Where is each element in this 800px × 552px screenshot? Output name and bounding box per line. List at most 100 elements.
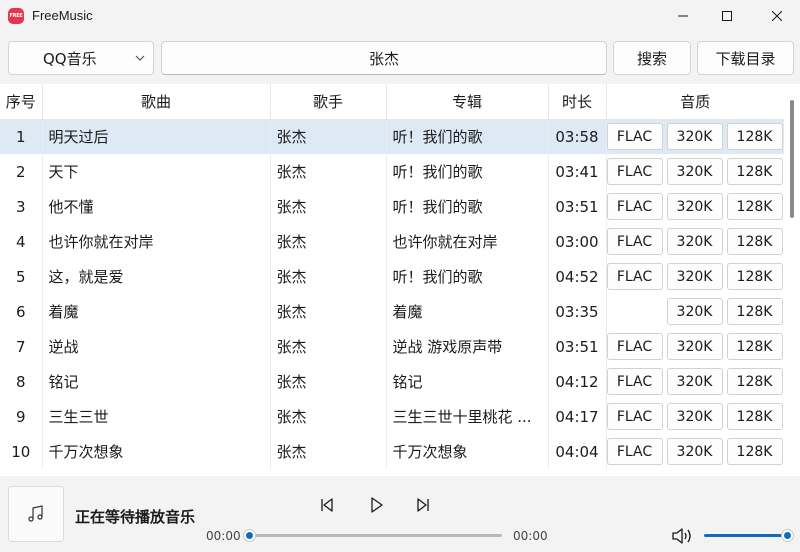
header-quality[interactable]: 音质 — [606, 84, 784, 120]
row-quality: FLAC 320K 128K — [606, 364, 784, 399]
128k-download-button[interactable]: 128K — [726, 263, 783, 290]
volume-slider[interactable] — [704, 534, 788, 537]
128k-download-button[interactable]: 128K — [726, 193, 783, 220]
row-album: 听！我们的歌 — [386, 259, 549, 294]
header-artist[interactable]: 歌手 — [270, 84, 387, 120]
table-row[interactable]: 3 他不懂 张杰 听！我们的歌 03:51 FLAC 320K 128K — [0, 189, 784, 224]
row-quality: FLAC 320K 128K — [606, 154, 784, 189]
320k-download-button[interactable]: 320K — [666, 228, 723, 255]
row-duration: 03:00 — [548, 224, 607, 259]
row-artist: 张杰 — [270, 189, 387, 224]
row-artist: 张杰 — [270, 329, 387, 364]
128k-download-button[interactable]: 128K — [726, 333, 783, 360]
chevron-down-icon — [135, 55, 145, 61]
row-quality: FLAC 320K 128K — [606, 434, 784, 469]
row-index: 10 — [0, 434, 43, 469]
table-row[interactable]: 9 三生三世 张杰 三生三世十里桃花 ... 04:17 FLAC 320K 128K — [0, 399, 784, 434]
previous-icon — [321, 498, 333, 512]
header-index[interactable]: 序号 — [0, 84, 43, 120]
next-button[interactable] — [411, 493, 435, 517]
row-duration: 03:41 — [548, 154, 607, 189]
row-artist: 张杰 — [270, 119, 387, 154]
320k-download-button[interactable]: 320K — [666, 193, 723, 220]
app-logo-icon: FREE — [8, 8, 24, 24]
128k-download-button[interactable]: 128K — [726, 123, 783, 151]
row-album: 也许你就在对岸 — [386, 224, 549, 259]
320k-download-button[interactable]: 320K — [666, 123, 723, 151]
volume-button[interactable] — [671, 526, 693, 546]
320k-download-button[interactable]: 320K — [666, 368, 723, 395]
search-button[interactable]: 搜索 — [613, 41, 691, 75]
progress-slider[interactable] — [250, 534, 502, 537]
row-index: 4 — [0, 224, 43, 259]
music-source-select[interactable]: QQ音乐 — [8, 41, 154, 75]
row-song: 天下 — [42, 154, 271, 189]
download-directory-button[interactable]: 下载目录 — [697, 41, 794, 75]
row-duration: 04:04 — [548, 434, 607, 469]
close-button[interactable] — [754, 0, 800, 32]
table-row[interactable]: 1 明天过后 张杰 听！我们的歌 03:58 FLAC 320K 128K — [0, 119, 784, 154]
128k-download-button[interactable]: 128K — [726, 368, 783, 395]
128k-download-button[interactable]: 128K — [726, 228, 783, 255]
table-row[interactable]: 4 也许你就在对岸 张杰 也许你就在对岸 03:00 FLAC 320K 128K — [0, 224, 784, 259]
table-row[interactable]: 8 铭记 张杰 铭记 04:12 FLAC 320K 128K — [0, 364, 784, 399]
total-time: 00:00 — [513, 529, 548, 543]
row-duration: 03:58 — [548, 119, 607, 154]
flac-download-button[interactable]: FLAC — [606, 403, 663, 430]
table-row[interactable]: 7 逆战 张杰 逆战 游戏原声带 03:51 FLAC 320K 128K — [0, 329, 784, 364]
flac-download-button[interactable]: FLAC — [606, 368, 663, 395]
flac-download-button[interactable]: FLAC — [606, 193, 663, 220]
table-header: 序号 歌曲 歌手 专辑 时长 音质 — [0, 84, 784, 120]
minimize-icon — [678, 15, 688, 17]
search-input[interactable] — [161, 41, 607, 75]
header-duration[interactable]: 时长 — [548, 84, 607, 120]
row-quality: FLAC 320K 128K — [606, 259, 784, 294]
320k-download-button[interactable]: 320K — [666, 263, 723, 290]
table-row[interactable]: 5 这，就是爱 张杰 听！我们的歌 04:52 FLAC 320K 128K — [0, 259, 784, 294]
flac-download-button[interactable]: FLAC — [606, 333, 663, 360]
table-row[interactable]: 2 天下 张杰 听！我们的歌 03:41 FLAC 320K 128K — [0, 154, 784, 189]
320k-download-button[interactable]: 320K — [666, 438, 723, 465]
320k-download-button[interactable]: 320K — [666, 333, 723, 360]
row-song: 他不懂 — [42, 189, 271, 224]
player-bar: 正在等待播放音乐 00:00 00:00 — [0, 476, 800, 552]
row-quality: FLAC 320K 128K — [606, 329, 784, 364]
320k-download-button[interactable]: 320K — [666, 403, 723, 430]
flac-download-button[interactable]: FLAC — [606, 228, 663, 255]
header-album[interactable]: 专辑 — [386, 84, 549, 120]
128k-download-button[interactable]: 128K — [726, 403, 783, 430]
quality-buttons: FLAC 320K 128K — [606, 329, 785, 364]
previous-button[interactable] — [315, 493, 339, 517]
table-row[interactable]: 6 着魔 张杰 着魔 03:35 320K 128K — [0, 294, 784, 329]
row-song: 这，就是爱 — [42, 259, 271, 294]
maximize-button[interactable] — [704, 0, 750, 32]
128k-download-button[interactable]: 128K — [726, 438, 783, 465]
row-duration: 03:51 — [548, 189, 607, 224]
quality-buttons: FLAC 320K 128K — [606, 364, 785, 399]
table-row[interactable]: 10 千万次想象 张杰 千万次想象 04:04 FLAC 320K 128K — [0, 434, 784, 469]
table-scrollbar[interactable] — [790, 100, 794, 218]
title-bar: FREE FreeMusic — [0, 0, 800, 32]
quality-buttons: 320K 128K — [607, 294, 785, 329]
volume-thumb[interactable] — [782, 530, 793, 541]
header-song[interactable]: 歌曲 — [42, 84, 271, 120]
128k-download-button[interactable]: 128K — [726, 158, 783, 185]
128k-download-button[interactable]: 128K — [726, 298, 783, 325]
play-button[interactable] — [364, 493, 388, 517]
row-song: 逆战 — [42, 329, 271, 364]
progress-thumb[interactable] — [244, 530, 255, 541]
quality-buttons: FLAC 320K 128K — [606, 154, 785, 189]
row-duration: 04:52 — [548, 259, 607, 294]
flac-download-button[interactable]: FLAC — [606, 158, 663, 185]
row-artist: 张杰 — [270, 399, 387, 434]
320k-download-button[interactable]: 320K — [666, 158, 723, 185]
row-index: 2 — [0, 154, 43, 189]
row-song: 着魔 — [42, 294, 271, 329]
320k-download-button[interactable]: 320K — [666, 298, 723, 325]
minimize-button[interactable] — [660, 0, 706, 32]
quality-buttons: FLAC 320K 128K — [606, 399, 785, 434]
flac-download-button[interactable]: FLAC — [606, 438, 663, 465]
flac-download-button[interactable]: FLAC — [606, 263, 663, 290]
row-song: 也许你就在对岸 — [42, 224, 271, 259]
flac-download-button[interactable]: FLAC — [606, 123, 663, 151]
